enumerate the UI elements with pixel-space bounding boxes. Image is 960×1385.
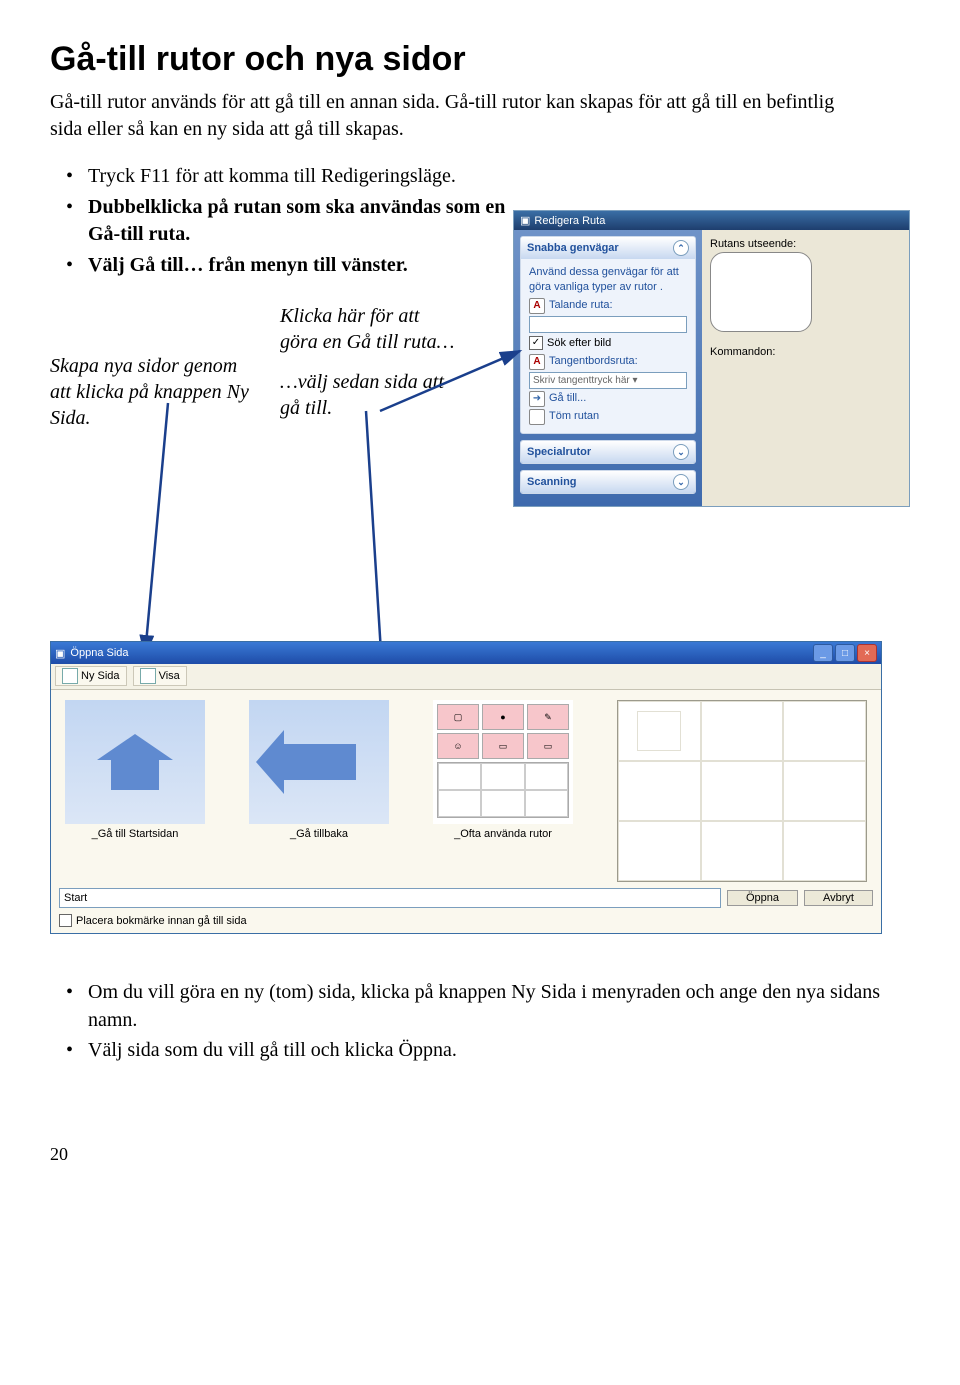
panel-title: Redigera Ruta bbox=[534, 215, 605, 227]
keyboard-cell-label: Tangentbordsruta: bbox=[549, 354, 638, 369]
checkbox-icon: ✓ bbox=[529, 336, 543, 350]
arrow-to-newpage bbox=[140, 403, 200, 663]
maximize-button[interactable]: □ bbox=[835, 644, 855, 662]
footer-bullet-2: Välj sida som du vill gå till och klicka… bbox=[88, 1036, 910, 1064]
page-list-grid[interactable] bbox=[617, 700, 867, 882]
section-shortcuts-label: Snabba genvägar bbox=[527, 242, 619, 254]
view-label: Visa bbox=[159, 670, 180, 682]
panel-icon: ▣ bbox=[520, 214, 530, 227]
search-image-label: Sök efter bild bbox=[547, 336, 611, 351]
commands-label: Kommandon: bbox=[710, 346, 901, 358]
thumb-home[interactable]: _Gå till Startsidan bbox=[65, 700, 205, 882]
view-button[interactable]: Visa bbox=[133, 666, 187, 686]
window-title: Öppna Sida bbox=[70, 647, 128, 659]
shortcuts-description: Använd dessa genvägar för att göra vanli… bbox=[529, 265, 687, 296]
thumb-often-label: _Ofta använda rutor bbox=[433, 828, 573, 840]
keyboard-cell-row[interactable]: A Tangentbordsruta: bbox=[529, 354, 687, 370]
intro-paragraph: Gå-till rutor används för att gå till en… bbox=[50, 89, 870, 143]
clear-cell-label: Töm rutan bbox=[549, 409, 599, 424]
talking-icon: A bbox=[529, 298, 545, 314]
go-to-row[interactable]: ➜ Gå till... bbox=[529, 391, 687, 407]
cancel-button[interactable]: Avbryt bbox=[804, 890, 873, 906]
go-to-label: Gå till... bbox=[549, 391, 586, 406]
bookmark-label: Placera bokmärke innan gå till sida bbox=[76, 915, 247, 927]
thumb-back-label: _Gå tillbaka bbox=[249, 828, 389, 840]
talking-cell-label: Talande ruta: bbox=[549, 298, 613, 313]
window-icon: ▣ bbox=[55, 647, 65, 660]
new-page-icon bbox=[62, 668, 78, 684]
keyboard-icon: A bbox=[529, 354, 545, 370]
talking-cell-input[interactable] bbox=[529, 316, 687, 333]
section-shortcuts-header[interactable]: Snabba genvägar ⌃ bbox=[521, 237, 695, 259]
step-3: Välj Gå till… från menyn till vänster. bbox=[88, 252, 508, 279]
path-input[interactable] bbox=[59, 888, 721, 908]
thumb-often[interactable]: ▢●✎ ☺▭▭ _Ofta använda rutor bbox=[433, 700, 573, 882]
page-number: 20 bbox=[50, 1144, 910, 1165]
clear-icon bbox=[529, 409, 545, 425]
talking-cell-row[interactable]: A Talande ruta: bbox=[529, 298, 687, 314]
goto-icon: ➜ bbox=[529, 391, 545, 407]
window-toolbar: Ny Sida Visa bbox=[51, 664, 881, 690]
window-titlebar: ▣ Öppna Sida _ □ × bbox=[51, 642, 881, 664]
panel-titlebar: ▣ Redigera Ruta bbox=[514, 211, 909, 230]
arrow-to-goto bbox=[380, 341, 530, 431]
view-icon bbox=[140, 668, 156, 684]
clear-cell-row[interactable]: Töm rutan bbox=[529, 409, 687, 425]
new-page-label: Ny Sida bbox=[81, 670, 120, 682]
thumb-back[interactable]: _Gå tillbaka bbox=[249, 700, 389, 882]
chevron-up-icon: ⌃ bbox=[673, 240, 689, 256]
appearance-label: Rutans utseende: bbox=[710, 238, 901, 250]
search-image-row[interactable]: ✓ Sök efter bild bbox=[529, 336, 687, 351]
appearance-preview bbox=[710, 252, 812, 332]
new-page-button[interactable]: Ny Sida bbox=[55, 666, 127, 686]
page-title: Gå-till rutor och nya sidor bbox=[50, 40, 910, 79]
step-2: Dubbelklicka på rutan som ska användas s… bbox=[88, 194, 508, 248]
keyboard-cell-input[interactable] bbox=[529, 372, 687, 389]
open-page-window: ▣ Öppna Sida _ □ × Ny Sida Visa _Gå till bbox=[50, 641, 882, 934]
close-button[interactable]: × bbox=[857, 644, 877, 662]
step-1: Tryck F11 för att komma till Redigerings… bbox=[88, 163, 508, 190]
thumb-home-label: _Gå till Startsidan bbox=[65, 828, 205, 840]
minimize-button[interactable]: _ bbox=[813, 644, 833, 662]
bookmark-checkbox[interactable] bbox=[59, 914, 72, 927]
footer-bullet-1: Om du vill göra en ny (tom) sida, klicka… bbox=[88, 978, 910, 1034]
open-button[interactable]: Öppna bbox=[727, 890, 798, 906]
